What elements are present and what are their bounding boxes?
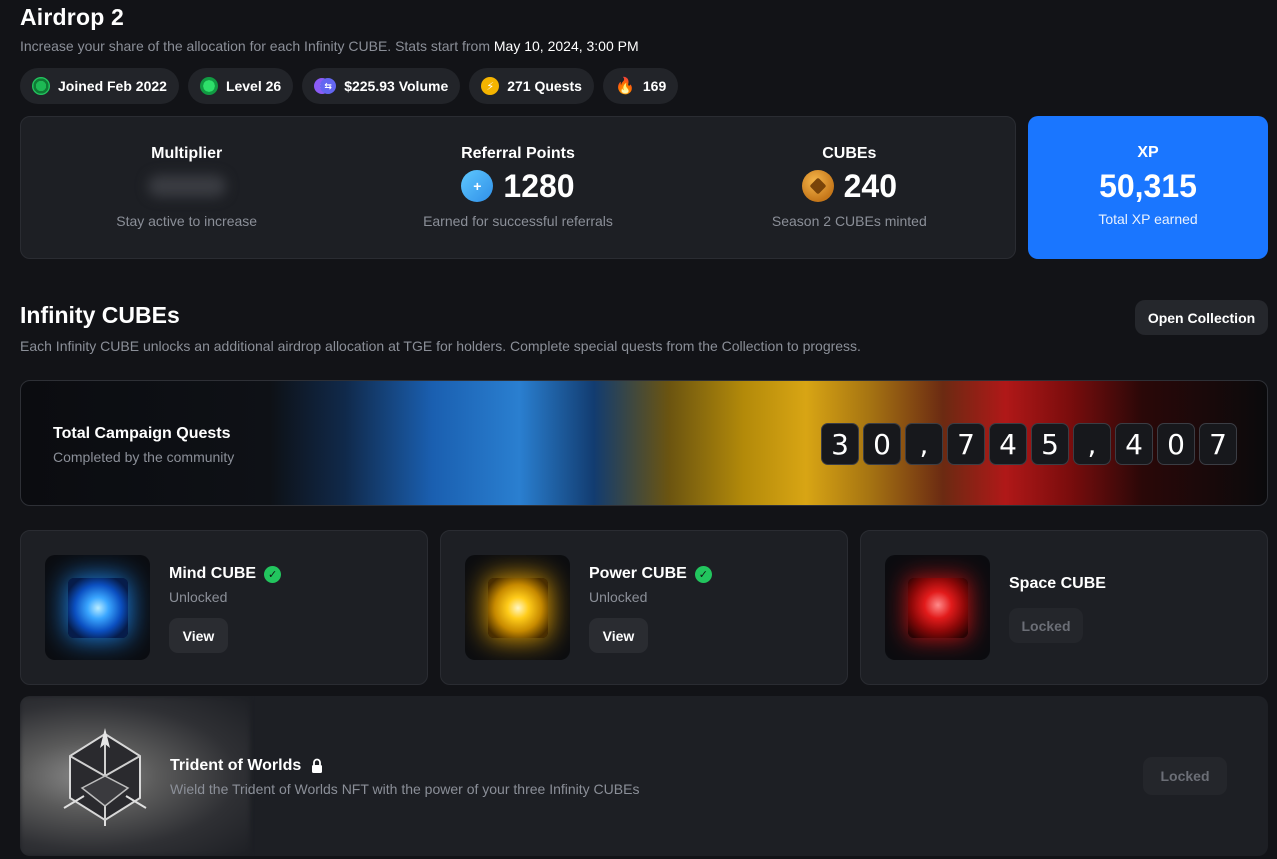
counter-digit: 3 bbox=[821, 423, 859, 465]
level-icon bbox=[199, 77, 218, 95]
lock-icon bbox=[312, 758, 323, 773]
referral-caption: Earned for successful referrals bbox=[423, 213, 613, 229]
profile-pills: Joined Feb 2022 Level 26 ≡ ⇆ $225.93 Vol… bbox=[20, 68, 679, 104]
counter-digit: 0 bbox=[863, 423, 901, 465]
infinity-section-subtitle: Each Infinity CUBE unlocks an additional… bbox=[20, 338, 861, 354]
volume-label: $225.93 Volume bbox=[344, 78, 449, 94]
trident-subtitle: Wield the Trident of Worlds NFT with the… bbox=[170, 781, 640, 797]
space-cube-title: Space CUBE bbox=[1009, 575, 1106, 593]
power-cube-view-button[interactable]: View bbox=[589, 618, 648, 653]
flame-icon: 🔥 bbox=[614, 78, 635, 95]
page-title: Airdrop 2 bbox=[20, 4, 125, 30]
trident-name: Trident of Worlds bbox=[170, 757, 302, 774]
counter-separator: , bbox=[1073, 423, 1111, 465]
counter-digit: 0 bbox=[1157, 423, 1195, 465]
counter-digit: 7 bbox=[1199, 423, 1237, 465]
joined-label: Joined Feb 2022 bbox=[58, 78, 167, 94]
cubes-label: CUBEs bbox=[822, 145, 877, 162]
campaign-banner: Total Campaign Quests Completed by the c… bbox=[20, 380, 1268, 506]
check-icon: ✓ bbox=[264, 565, 282, 583]
quests-pill[interactable]: ⚡ 271 Quests bbox=[469, 68, 594, 104]
referral-value: 1280 bbox=[503, 167, 575, 204]
multiplier-label: Multiplier bbox=[151, 145, 223, 162]
add-user-icon: + bbox=[461, 170, 494, 202]
space-cube-locked-button[interactable]: Locked bbox=[1009, 608, 1083, 643]
campaign-title: Total Campaign Quests bbox=[53, 425, 231, 442]
stats-start-date: May 10, 2024, 3:00 PM bbox=[493, 38, 639, 54]
mind-cube-name: Mind CUBE bbox=[169, 565, 257, 582]
level-label: Level 26 bbox=[225, 78, 282, 94]
subtitle-text: Increase your share of the allocation fo… bbox=[20, 38, 490, 54]
trident-emblem-icon bbox=[63, 728, 147, 826]
power-cube-title: Power CUBE ✓ bbox=[589, 565, 712, 583]
check-icon: ✓ bbox=[694, 565, 712, 583]
space-cube-image bbox=[885, 555, 990, 660]
referral-stat: Referral Points + 1280 Earned for succes… bbox=[352, 117, 683, 258]
counter-digit: 7 bbox=[947, 423, 985, 465]
mind-cube-card: Mind CUBE ✓ Unlocked View bbox=[20, 530, 428, 685]
counter-digit: 5 bbox=[1031, 423, 1069, 465]
campaign-subtitle: Completed by the community bbox=[53, 449, 235, 465]
counter-digit: 4 bbox=[1115, 423, 1153, 465]
page-subtitle: Increase your share of the allocation fo… bbox=[20, 38, 639, 54]
multiplier-caption: Stay active to increase bbox=[116, 213, 258, 229]
space-cube-name: Space CUBE bbox=[1009, 575, 1106, 592]
power-cube-card: Power CUBE ✓ Unlocked View bbox=[440, 530, 848, 685]
mind-cube-image bbox=[45, 555, 150, 660]
space-cube-card: Space CUBE Locked bbox=[860, 530, 1268, 685]
power-cube-status: Unlocked bbox=[589, 589, 648, 605]
quests-label: 271 Quests bbox=[507, 78, 582, 94]
counter-separator: , bbox=[905, 423, 943, 465]
counter-digit: 4 bbox=[989, 423, 1027, 465]
cube-icon bbox=[801, 170, 834, 202]
swap-icon: ⇆ bbox=[320, 78, 337, 94]
mind-cube-title: Mind CUBE ✓ bbox=[169, 565, 282, 583]
multiplier-stat: Multiplier Stay active to increase bbox=[21, 117, 352, 258]
trident-card: Trident of Worlds Wield the Trident of W… bbox=[20, 696, 1268, 856]
streak-pill[interactable]: 🔥 169 bbox=[602, 68, 679, 104]
stats-card: Multiplier Stay active to increase Refer… bbox=[20, 116, 1016, 259]
cubes-value: 240 bbox=[843, 167, 898, 204]
campaign-counter: 3 0 , 7 4 5 , 4 0 7 bbox=[821, 423, 1237, 465]
power-cube-name: Power CUBE bbox=[589, 565, 687, 582]
lightning-icon: ⚡ bbox=[481, 77, 500, 95]
multiplier-value-blurred bbox=[147, 175, 226, 197]
referral-label: Referral Points bbox=[461, 145, 575, 162]
volume-pill[interactable]: ≡ ⇆ $225.93 Volume bbox=[302, 68, 461, 104]
xp-caption: Total XP earned bbox=[1098, 211, 1198, 227]
cubes-stat: CUBEs 240 Season 2 CUBEs minted bbox=[684, 117, 1015, 258]
mind-cube-view-button[interactable]: View bbox=[169, 618, 228, 653]
xp-card: XP 50,315 Total XP earned bbox=[1028, 116, 1268, 259]
trident-title: Trident of Worlds bbox=[170, 757, 323, 775]
xp-label: XP bbox=[1137, 144, 1159, 161]
streak-label: 169 bbox=[642, 78, 667, 94]
open-collection-button[interactable]: Open Collection bbox=[1135, 300, 1268, 335]
infinity-section-title: Infinity CUBEs bbox=[20, 302, 180, 328]
globe-icon bbox=[32, 77, 50, 95]
xp-value: 50,315 bbox=[1099, 168, 1197, 204]
cubes-caption: Season 2 CUBEs minted bbox=[771, 213, 927, 229]
level-pill[interactable]: Level 26 bbox=[187, 68, 294, 104]
trident-locked-button[interactable]: Locked bbox=[1143, 757, 1227, 795]
power-cube-image bbox=[465, 555, 570, 660]
joined-pill[interactable]: Joined Feb 2022 bbox=[20, 68, 179, 104]
mind-cube-status: Unlocked bbox=[169, 589, 228, 605]
